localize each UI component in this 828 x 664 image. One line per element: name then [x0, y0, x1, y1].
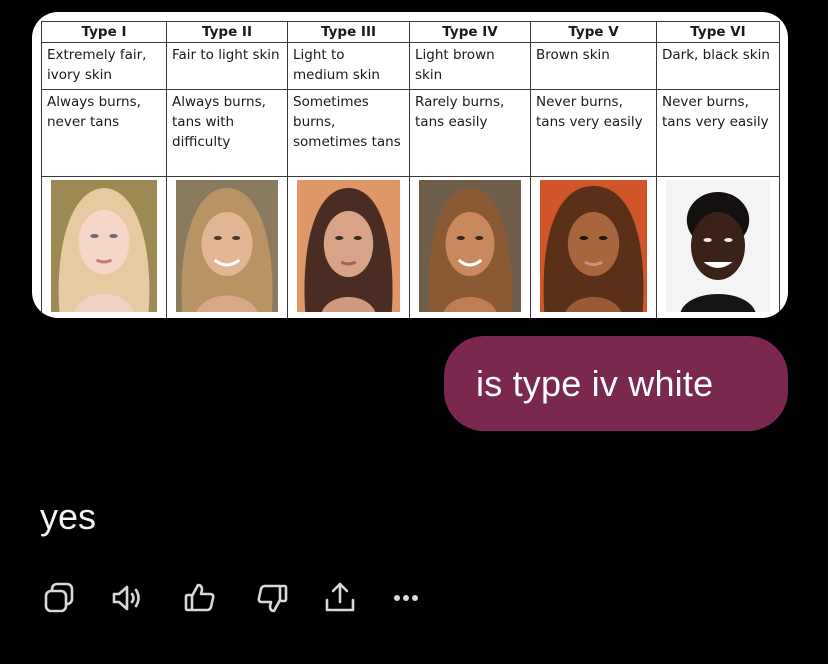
assistant-reply: yes: [40, 496, 97, 537]
table-row: Extremely fair, ivory skin Fair to light…: [41, 42, 780, 90]
table-cell: Dark, black skin: [656, 42, 780, 90]
table-cell: Never burns, tans very easily: [530, 89, 657, 177]
header-cell: Type VI: [656, 21, 780, 43]
table-cell: [409, 176, 531, 318]
table-cell: Light to medium skin: [287, 42, 410, 90]
header-cell: Type I: [41, 21, 167, 43]
header-cell: Type V: [530, 21, 657, 43]
header-cell: Type IV: [409, 21, 531, 43]
table-cell: [166, 176, 288, 318]
thumbs-up-icon[interactable]: [182, 580, 222, 620]
table-header-row: Type I Type II Type III Type IV Type V T…: [41, 21, 780, 43]
table-cell: Light brown skin: [409, 42, 531, 90]
table-cell: Fair to light skin: [166, 42, 288, 90]
read-aloud-icon[interactable]: [110, 580, 150, 620]
more-icon[interactable]: [388, 580, 428, 620]
user-message-text: is type iv white: [476, 362, 714, 404]
table-cell: Always burns, never tans: [41, 89, 167, 177]
header-cell: Type II: [166, 21, 288, 43]
table-cell: Rarely burns, tans easily: [409, 89, 531, 177]
fitzpatrick-table: Type I Type II Type III Type IV Type V T…: [41, 21, 780, 318]
table-cell: Sometimes burns, sometimes tans: [287, 89, 410, 177]
thumbs-down-icon[interactable]: [254, 580, 294, 620]
portrait-photo: [666, 180, 770, 312]
user-message-bubble: is type iv white: [444, 336, 788, 431]
table-row: Always burns, never tans Always burns, t…: [41, 89, 780, 177]
attached-image[interactable]: Type I Type II Type III Type IV Type V T…: [32, 12, 788, 318]
share-icon[interactable]: [322, 580, 362, 620]
table-cell: [287, 176, 410, 318]
portrait-photo: [51, 180, 157, 312]
table-cell: [656, 176, 780, 318]
portrait-photo: [540, 180, 647, 312]
portrait-photo: [419, 180, 521, 312]
portrait-photo: [176, 180, 278, 312]
table-cell: Never burns, tans very easily: [656, 89, 780, 177]
chat-page: Type I Type II Type III Type IV Type V T…: [0, 0, 828, 664]
table-cell: [41, 176, 167, 318]
table-cell: Brown skin: [530, 42, 657, 90]
table-cell: [530, 176, 657, 318]
table-photo-row: [41, 176, 780, 318]
table-cell: Extremely fair, ivory skin: [41, 42, 167, 90]
header-cell: Type III: [287, 21, 410, 43]
table-cell: Always burns, tans with difficulty: [166, 89, 288, 177]
portrait-photo: [297, 180, 400, 312]
copy-icon[interactable]: [42, 580, 82, 620]
